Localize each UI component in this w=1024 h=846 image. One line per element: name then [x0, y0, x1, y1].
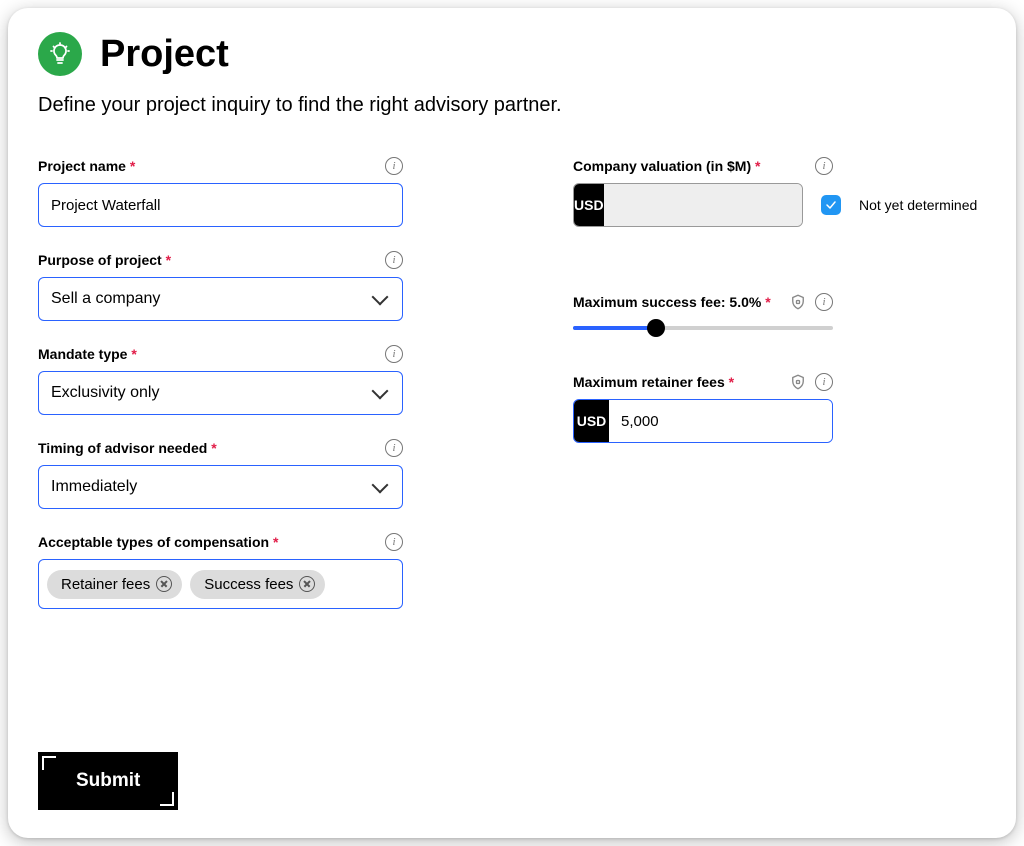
info-icon[interactable]: i [385, 345, 403, 363]
mandate-type-select[interactable]: Exclusivity only [38, 371, 403, 415]
compensation-tag-success: Success fees [190, 570, 325, 599]
project-name-input[interactable] [38, 183, 403, 227]
purpose-select[interactable]: Sell a company [38, 277, 403, 321]
info-icon[interactable]: i [815, 157, 833, 175]
timing-label: Timing of advisor needed * [38, 440, 217, 456]
valuation-field: Company valuation (in $M) * i USD [573, 157, 833, 227]
decorative-corner [42, 756, 56, 770]
chevron-down-icon [372, 289, 389, 306]
retainer-fee-input[interactable]: USD [573, 399, 833, 443]
info-icon[interactable]: i [815, 293, 833, 311]
slider-thumb[interactable] [647, 319, 665, 337]
retainer-fee-label: Maximum retainer fees * [573, 374, 734, 390]
currency-prefix: USD [574, 184, 604, 226]
page-title: Project [100, 33, 229, 76]
mandate-type-label: Mandate type * [38, 346, 137, 362]
shield-icon [789, 293, 807, 311]
info-icon[interactable]: i [815, 373, 833, 391]
project-form-card: Project Define your project inquiry to f… [8, 8, 1016, 838]
decorative-corner [160, 792, 174, 806]
info-icon[interactable]: i [385, 251, 403, 269]
success-fee-label: Maximum success fee: 5.0% * [573, 294, 771, 310]
project-name-label: Project name * [38, 158, 135, 174]
not-determined-checkbox[interactable] [821, 195, 841, 215]
left-column: Project name * i Purpose of project * i [38, 157, 403, 633]
purpose-field: Purpose of project * i Sell a company [38, 251, 403, 321]
remove-tag-icon[interactable] [156, 576, 172, 592]
chevron-down-icon [372, 477, 389, 494]
compensation-multiselect[interactable]: Retainer fees Success fees [38, 559, 403, 609]
valuation-input[interactable]: USD [573, 183, 803, 227]
submit-button[interactable]: Submit [38, 752, 178, 810]
page-subtitle: Define your project inquiry to find the … [38, 94, 986, 117]
info-icon[interactable]: i [385, 533, 403, 551]
purpose-label: Purpose of project * [38, 252, 171, 268]
compensation-field: Acceptable types of compensation * i Ret… [38, 533, 403, 609]
currency-prefix: USD [574, 400, 609, 442]
valuation-label: Company valuation (in $M) * [573, 158, 760, 174]
chevron-down-icon [372, 383, 389, 400]
shield-icon [789, 373, 807, 391]
project-name-field: Project name * i [38, 157, 403, 227]
right-column: Company valuation (in $M) * i USD [573, 157, 833, 633]
compensation-tag-retainer: Retainer fees [47, 570, 182, 599]
card-header: Project [38, 32, 986, 76]
compensation-label: Acceptable types of compensation * [38, 534, 278, 550]
timing-field: Timing of advisor needed * i Immediately [38, 439, 403, 509]
retainer-amount-input[interactable] [609, 400, 832, 442]
success-fee-slider[interactable] [573, 319, 833, 337]
timing-select[interactable]: Immediately [38, 465, 403, 509]
remove-tag-icon[interactable] [299, 576, 315, 592]
mandate-type-field: Mandate type * i Exclusivity only [38, 345, 403, 415]
valuation-amount-input [604, 184, 803, 226]
info-icon[interactable]: i [385, 439, 403, 457]
lightbulb-icon [38, 32, 82, 76]
success-fee-field: Maximum success fee: 5.0% * i [573, 293, 833, 337]
info-icon[interactable]: i [385, 157, 403, 175]
not-determined-label: Not yet determined [859, 197, 977, 213]
retainer-fee-field: Maximum retainer fees * i USD [573, 373, 833, 443]
